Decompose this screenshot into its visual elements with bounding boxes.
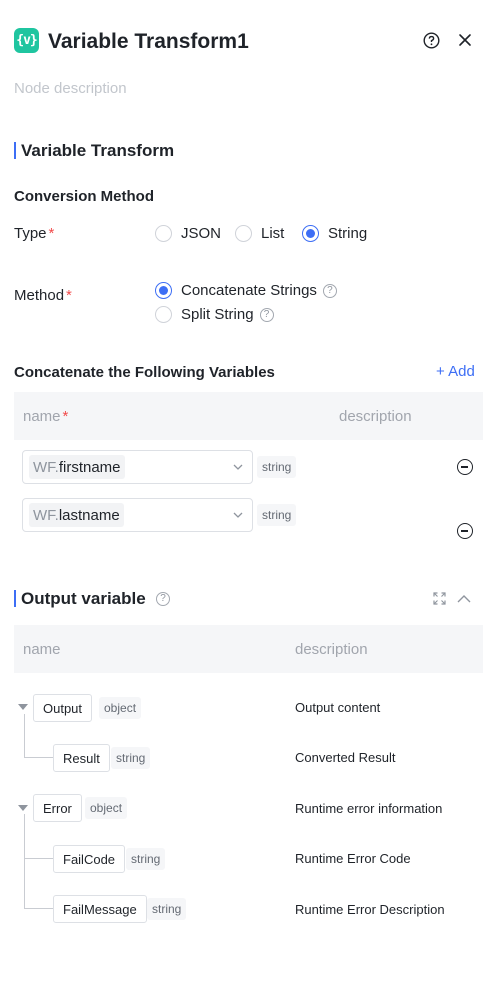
method-option-concatenate[interactable]: Concatenate Strings ? [155, 282, 337, 299]
type-tag: string [126, 848, 166, 870]
radio-concatenate[interactable] [155, 282, 172, 299]
caret-down-icon[interactable] [18, 704, 28, 711]
expand-icon[interactable] [433, 592, 446, 605]
output-name-field[interactable]: FailCode [53, 845, 126, 873]
chevron-down-icon [233, 464, 243, 470]
node-title[interactable]: Variable Transform1 [48, 28, 249, 55]
output-name-field[interactable]: Error [33, 794, 82, 822]
close-button[interactable] [455, 30, 475, 50]
output-name-field[interactable]: Result [53, 744, 110, 772]
type-tag: object [85, 797, 128, 819]
tree-connector [24, 714, 25, 758]
help-icon[interactable]: ? [259, 307, 274, 322]
type-tag: object [99, 697, 142, 719]
variable-select[interactable]: WF. firstname [22, 450, 253, 484]
type-option-string[interactable]: String [302, 225, 367, 242]
section-title-variable-transform: Variable Transform [21, 141, 175, 160]
output-description: Runtime error information [295, 801, 443, 816]
question-circle-icon [422, 31, 440, 49]
type-tag: string [147, 898, 187, 920]
radio-string[interactable] [302, 225, 319, 242]
variable-select[interactable]: WF. lastname [22, 498, 253, 532]
tree-connector [24, 858, 53, 859]
tree-connector [24, 908, 53, 909]
concatenate-table-header [14, 392, 483, 440]
concatenate-title: Concatenate the Following Variables [14, 364, 275, 381]
radio-json[interactable] [155, 225, 172, 242]
type-tag: string [257, 504, 297, 526]
column-header-description: description [339, 408, 412, 425]
close-icon [459, 34, 471, 46]
type-option-json[interactable]: JSON [155, 225, 221, 242]
chevron-down-icon [233, 512, 243, 518]
section-title-output-variable: Output variable [21, 589, 146, 608]
chevron-up-icon[interactable] [457, 594, 471, 603]
radio-list[interactable] [235, 225, 252, 242]
caret-down-icon[interactable] [18, 805, 28, 812]
help-icon[interactable]: ? [156, 592, 170, 606]
conversion-method-title: Conversion Method [14, 188, 155, 205]
section-accent-bar [14, 590, 16, 607]
output-description: Output content [295, 700, 381, 715]
variable-chip: WF. lastname [29, 503, 124, 527]
output-name-field[interactable]: Output [33, 694, 93, 722]
type-label: Type * [14, 225, 55, 242]
column-header-description: description [295, 641, 368, 658]
help-icon[interactable]: ? [322, 283, 337, 298]
column-header-name: name * [23, 408, 69, 425]
type-tag: string [111, 747, 151, 769]
tree-connector [24, 814, 25, 909]
tree-connector [24, 757, 53, 758]
method-label: Method * [14, 287, 72, 304]
remove-row-icon[interactable] [457, 523, 473, 539]
type-tag: string [257, 456, 297, 478]
output-description: Converted Result [295, 750, 396, 765]
add-button[interactable]: + Add [436, 363, 475, 380]
type-option-list[interactable]: List [235, 225, 284, 242]
output-description: Runtime Error Code [295, 851, 411, 866]
radio-split[interactable] [155, 306, 172, 323]
column-header-name: name [23, 641, 61, 658]
node-description-input[interactable]: Node description [14, 80, 127, 97]
output-description: Runtime Error Description [295, 902, 445, 917]
variable-transform-node-icon: {v} [14, 28, 39, 53]
output-table-header [14, 625, 483, 673]
method-option-split[interactable]: Split String ? [155, 306, 274, 323]
remove-row-icon[interactable] [457, 459, 473, 475]
output-name-field[interactable]: FailMessage [53, 895, 147, 923]
variable-chip: WF. firstname [29, 455, 125, 479]
section-accent-bar [14, 142, 16, 159]
help-button[interactable] [421, 30, 441, 50]
